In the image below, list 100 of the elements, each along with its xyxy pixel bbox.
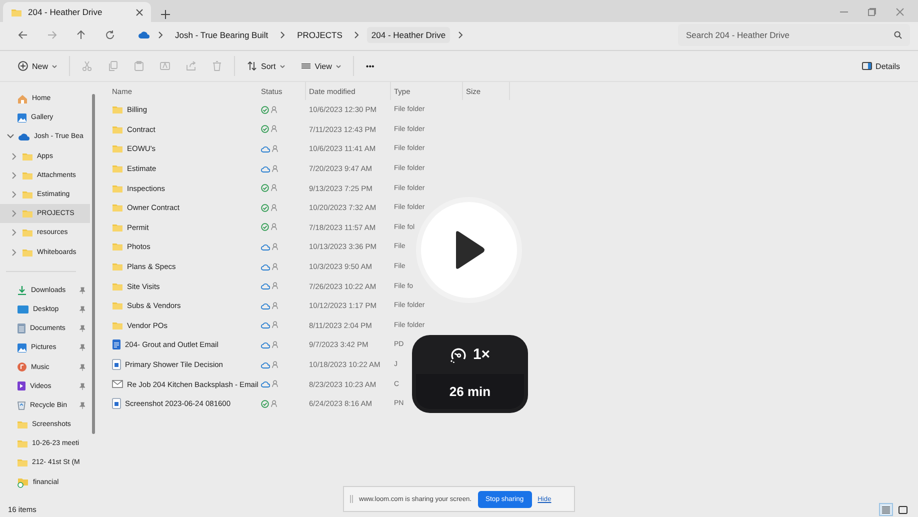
list-icon	[881, 504, 891, 514]
person-icon	[272, 262, 278, 271]
caret-icon	[280, 64, 285, 68]
person-icon	[271, 223, 277, 232]
folder-icon	[112, 262, 123, 272]
close-icon[interactable]	[136, 8, 143, 16]
pin-icon	[79, 306, 85, 313]
details-pane-icon	[862, 61, 872, 71]
person-icon	[272, 360, 278, 369]
folder-icon	[112, 203, 123, 212]
chevron-icon[interactable]	[354, 31, 360, 39]
speedometer-icon	[450, 346, 467, 363]
folder-icon	[112, 105, 123, 114]
chevron-right-icon[interactable]	[10, 229, 18, 236]
person-icon	[272, 242, 278, 251]
list-icon	[300, 61, 311, 71]
download-icon	[17, 285, 27, 296]
pin-icon	[79, 382, 85, 390]
refresh-icon[interactable]	[104, 30, 114, 40]
plus-circle-icon	[18, 61, 28, 71]
cloud-icon	[138, 31, 150, 39]
new-button[interactable]: New	[10, 61, 66, 71]
playback-speed[interactable]: 1×	[472, 346, 490, 363]
sort-button[interactable]: Sort	[239, 61, 293, 71]
square-icon	[898, 504, 908, 514]
person-icon	[271, 106, 277, 114]
folder-icon	[22, 209, 33, 218]
caret-icon	[336, 64, 341, 68]
document-icon	[17, 323, 26, 334]
cloud-icon	[18, 132, 30, 141]
tab-title: 204 - Heather Drive	[28, 7, 104, 17]
breadcrumb[interactable]: 204 - Heather Drive	[367, 27, 450, 43]
paste-icon[interactable]	[134, 61, 144, 71]
folder-icon	[17, 458, 28, 468]
breadcrumb[interactable]: Josh - True Bearing Built	[171, 27, 272, 43]
video-icon	[17, 381, 26, 392]
details-button[interactable]: Details	[854, 61, 908, 71]
music-icon	[17, 362, 27, 372]
chevron-icon[interactable]	[158, 31, 163, 39]
person-icon	[271, 204, 277, 212]
chevron-icon[interactable]	[458, 31, 463, 39]
folder-icon	[22, 190, 33, 200]
search-field[interactable]: Search 204 - Heather Drive	[678, 24, 910, 46]
video-duration: 26 min	[416, 374, 524, 409]
chevron-right-icon[interactable]	[10, 152, 18, 160]
restore-icon[interactable]	[868, 8, 876, 16]
person-icon	[272, 164, 278, 173]
picture-icon	[17, 342, 27, 353]
person-icon	[272, 340, 278, 349]
pin-icon	[79, 402, 85, 409]
rename-icon[interactable]	[160, 61, 170, 71]
person-icon	[271, 184, 277, 192]
more-button[interactable]: •••	[358, 62, 382, 70]
caret-icon	[52, 64, 58, 68]
details-view-button[interactable]	[879, 503, 893, 516]
folder-icon	[22, 248, 33, 257]
search-icon	[894, 31, 902, 39]
folder-icon	[112, 144, 123, 154]
scrollbar[interactable]	[92, 94, 95, 434]
home-icon	[17, 94, 28, 104]
chevron-right-icon[interactable]	[10, 191, 18, 198]
plus-icon[interactable]	[161, 10, 170, 19]
window-tab[interactable]: 204 - Heather Drive	[3, 2, 151, 22]
back-icon[interactable]	[18, 30, 28, 40]
pin-icon	[79, 364, 85, 371]
person-icon	[272, 144, 278, 153]
chevron-right-icon[interactable]	[10, 248, 18, 256]
folder-icon	[11, 8, 22, 16]
drag-handle[interactable]	[350, 495, 353, 503]
folder-icon	[22, 152, 33, 161]
chevron-right-icon[interactable]	[10, 210, 18, 218]
gallery-icon	[17, 112, 27, 123]
folder-icon	[112, 222, 123, 232]
sort-icon	[247, 61, 258, 71]
folder-icon	[22, 170, 33, 180]
delete-icon[interactable]	[212, 61, 222, 71]
chevron-right-icon[interactable]	[10, 172, 18, 179]
folder-icon	[112, 282, 123, 291]
tiles-view-button[interactable]	[896, 503, 910, 516]
breadcrumb[interactable]: PROJECTS	[293, 27, 346, 43]
recycle-bin-icon	[17, 400, 26, 410]
person-icon	[272, 282, 278, 290]
view-button[interactable]: View	[292, 61, 349, 71]
person-icon	[271, 400, 277, 408]
folder-icon	[17, 420, 28, 430]
document-icon	[112, 339, 121, 350]
folder-icon	[112, 184, 123, 193]
envelope-icon	[112, 380, 123, 388]
folder-icon	[112, 242, 123, 252]
pin-icon	[79, 286, 85, 294]
share-icon[interactable]	[186, 61, 196, 71]
copy-icon[interactable]	[108, 61, 118, 71]
up-arrow-icon[interactable]	[76, 30, 86, 40]
cut-icon[interactable]	[82, 61, 92, 71]
chevron-down-icon[interactable]	[6, 133, 14, 140]
image-file-icon	[112, 398, 121, 410]
person-icon	[271, 125, 277, 134]
folder-icon	[112, 320, 123, 330]
chevron-icon[interactable]	[280, 31, 286, 39]
forward-icon[interactable]	[46, 30, 56, 40]
